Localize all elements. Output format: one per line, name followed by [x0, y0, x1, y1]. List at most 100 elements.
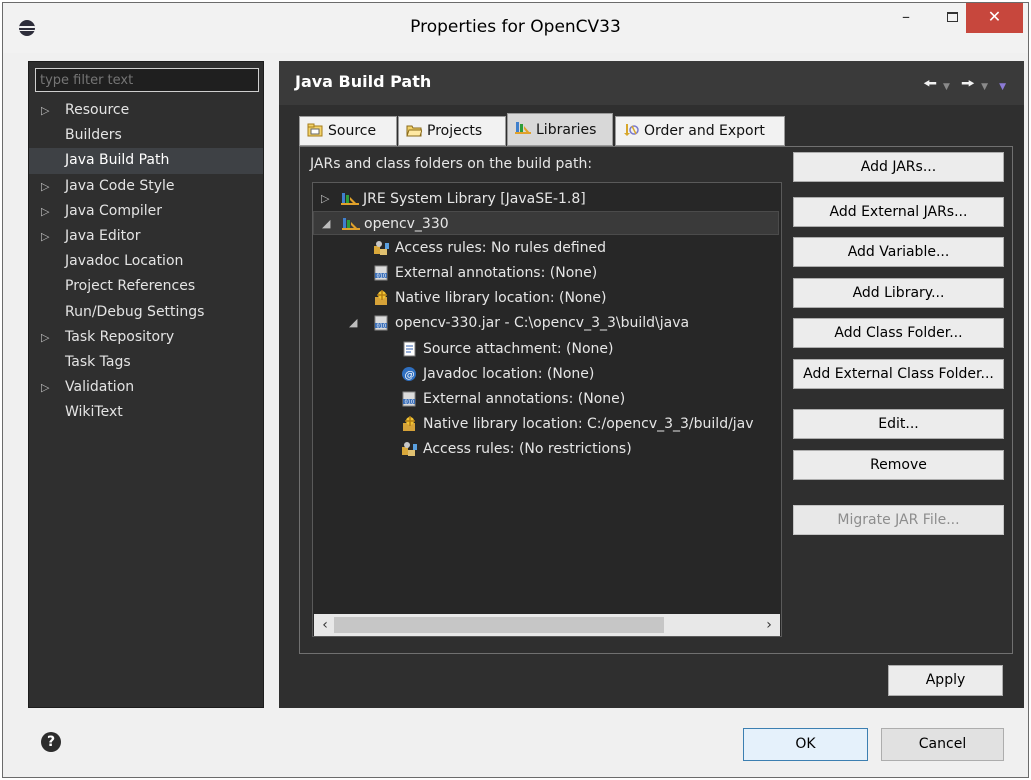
sidebar-item-run-debug-settings[interactable]: Run/Debug Settings	[29, 300, 263, 325]
libraries-panel: JARs and class folders on the build path…	[299, 146, 1013, 654]
tree-item-label: Access rules: No rules defined	[395, 240, 607, 256]
add-external-class-folder-button[interactable]: Add External Class Folder...	[793, 359, 1004, 389]
expand-arrow-icon[interactable]: ▷	[41, 224, 49, 249]
sidebar-item-task-tags[interactable]: Task Tags	[29, 350, 263, 375]
annotations-icon: 010	[402, 391, 416, 407]
tree-item-javadoc-location-none[interactable]: @ Javadoc location: (None)	[313, 362, 779, 386]
tree-expander-icon[interactable]: ◢	[322, 212, 330, 236]
expand-arrow-icon[interactable]: ▷	[41, 375, 49, 400]
source-attachment-icon	[403, 341, 416, 357]
library-icon	[341, 193, 359, 205]
tree-item-label: Javadoc location: (None)	[423, 366, 595, 382]
native-library-icon	[375, 290, 387, 305]
tree-item-label: Native library location: (None)	[395, 290, 607, 306]
add-jars-button[interactable]: Add JARs...	[793, 152, 1004, 182]
property-page-content: Java Build Path 🠘 ▼ 🠚 ▼ ▼ Source Projects …	[279, 61, 1024, 708]
tree-expander-icon[interactable]: ◢	[349, 311, 357, 335]
tree-item-label: JRE System Library [JavaSE-1.8]	[363, 191, 586, 207]
javadoc-icon: @	[402, 367, 416, 381]
minimize-button[interactable]: –	[883, 3, 929, 33]
tree-item-access-rules-no-rules-defined[interactable]: Access rules: No rules defined	[313, 236, 779, 260]
tree-item-external-annotations-none[interactable]: 010 External annotations: (None)	[313, 261, 779, 285]
edit-button[interactable]: Edit...	[793, 409, 1004, 439]
close-button[interactable]: ✕	[966, 3, 1023, 33]
jar-icon: 010	[374, 315, 388, 331]
apply-button[interactable]: Apply	[888, 665, 1003, 696]
source-folder-icon	[307, 123, 323, 137]
back-dropdown-icon[interactable]: ▼	[943, 82, 950, 92]
access-rules-icon	[402, 442, 417, 456]
expand-arrow-icon[interactable]: ▷	[41, 98, 49, 123]
tab-order-and-export[interactable]: Order and Export	[615, 116, 785, 146]
build-path-tree[interactable]: ‹ › ▷ JRE System Library [JavaSE-1.8] ◢ ope…	[312, 182, 782, 637]
ok-button[interactable]: OK	[743, 728, 868, 761]
tree-item-jre-system-library-javase-1-8[interactable]: ▷ JRE System Library [JavaSE-1.8]	[313, 187, 779, 211]
tab-source[interactable]: Source	[299, 116, 397, 146]
tree-item-label: Source attachment: (None)	[423, 341, 614, 357]
sidebar-item-label: Java Code Style	[65, 177, 175, 194]
arrow-left-icon[interactable]: 🠘	[923, 73, 937, 100]
property-page-tree: ▷ Resource Builders Java Build Path ▷ Java Co…	[28, 61, 264, 708]
tree-item-opencv-330[interactable]: ◢ opencv_330	[313, 211, 779, 235]
native-library-icon	[403, 416, 415, 431]
add-class-folder-button[interactable]: Add Class Folder...	[793, 318, 1004, 348]
tree-expander-icon[interactable]: ▷	[321, 187, 329, 211]
scroll-right-icon[interactable]: ›	[760, 614, 778, 636]
svg-text:010: 010	[377, 274, 387, 280]
sidebar-item-label: Java Editor	[65, 227, 141, 244]
add-variable-button[interactable]: Add Variable...	[793, 237, 1004, 267]
sidebar-item-project-references[interactable]: Project References	[29, 274, 263, 299]
tab-label: Libraries	[536, 122, 597, 138]
access-rules-icon	[374, 241, 389, 255]
cancel-button[interactable]: Cancel	[881, 728, 1004, 761]
page-header: Java Build Path 🠘 ▼ 🠚 ▼ ▼	[279, 61, 1024, 105]
tree-item-source-attachment-none[interactable]: Source attachment: (None)	[313, 337, 779, 361]
scroll-left-icon[interactable]: ‹	[316, 614, 334, 636]
arrow-right-icon[interactable]: 🠚	[961, 73, 975, 100]
sidebar-item-java-editor[interactable]: ▷ Java Editor	[29, 224, 263, 249]
remove-button[interactable]: Remove	[793, 450, 1004, 480]
sidebar-item-builders[interactable]: Builders	[29, 123, 263, 148]
migrate-jar-file-button[interactable]: Migrate JAR File...	[793, 505, 1004, 535]
expand-arrow-icon[interactable]: ▷	[41, 174, 49, 199]
sidebar-item-javadoc-location[interactable]: Javadoc Location	[29, 249, 263, 274]
tree-item-access-rules-no-restrictions[interactable]: Access rules: (No restrictions)	[313, 437, 779, 461]
sidebar-item-task-repository[interactable]: ▷ Task Repository	[29, 325, 263, 350]
expand-arrow-icon[interactable]: ▷	[41, 199, 49, 224]
forward-dropdown-icon[interactable]: ▼	[981, 82, 988, 92]
expand-arrow-icon[interactable]: ▷	[41, 325, 49, 350]
tree-item-label: External annotations: (None)	[395, 265, 598, 281]
horizontal-scrollbar[interactable]: ‹ ›	[314, 614, 780, 636]
filter-input[interactable]	[35, 68, 259, 92]
tree-item-label: Native library location: C:/opencv_3_3/b…	[423, 416, 754, 432]
tree-item-opencv-330-jar-c-opencv-3-3-build-java[interactable]: ◢ 010 opencv-330.jar - C:\opencv_3_3\build…	[313, 311, 779, 335]
tab-projects[interactable]: Projects	[398, 116, 506, 146]
tree-item-label: Access rules: (No restrictions)	[423, 441, 632, 457]
add-library-button[interactable]: Add Library...	[793, 278, 1004, 308]
sidebar-item-java-code-style[interactable]: ▷ Java Code Style	[29, 174, 263, 199]
tab-libraries[interactable]: Libraries	[507, 113, 613, 146]
sidebar-item-label: WikiText	[65, 404, 123, 421]
sidebar-item-validation[interactable]: ▷ Validation	[29, 375, 263, 400]
view-menu-icon[interactable]: ▼	[999, 82, 1006, 92]
tree-item-label: opencv_330	[364, 216, 449, 232]
tree-item-external-annotations-none[interactable]: 010 External annotations: (None)	[313, 387, 779, 411]
sidebar-item-java-build-path[interactable]: Java Build Path	[29, 148, 263, 174]
svg-text:010: 010	[377, 324, 387, 330]
sidebar-item-label: Validation	[65, 379, 135, 396]
tree-item-native-library-location-c-opencv-3-3-bui[interactable]: Native library location: C:/opencv_3_3/b…	[313, 412, 779, 436]
scrollbar-thumb[interactable]	[334, 617, 664, 633]
svg-text:010: 010	[405, 400, 415, 406]
tree-item-native-library-location-none[interactable]: Native library location: (None)	[313, 286, 779, 310]
sidebar-item-label: Builders	[65, 127, 122, 144]
sidebar-item-wikitext[interactable]: WikiText	[29, 400, 263, 425]
add-external-jars-button[interactable]: Add External JARs...	[793, 197, 1004, 227]
sidebar-item-resource[interactable]: ▷ Resource	[29, 98, 263, 123]
project-folder-icon	[406, 125, 422, 137]
title-bar: Properties for OpenCV33 – ✕	[3, 3, 1028, 53]
help-icon[interactable]: ?	[41, 732, 61, 752]
sidebar-item-label: Project References	[65, 278, 196, 295]
sidebar-item-java-compiler[interactable]: ▷ Java Compiler	[29, 199, 263, 224]
svg-text:@: @	[405, 370, 415, 381]
window-title: Properties for OpenCV33	[410, 17, 621, 37]
